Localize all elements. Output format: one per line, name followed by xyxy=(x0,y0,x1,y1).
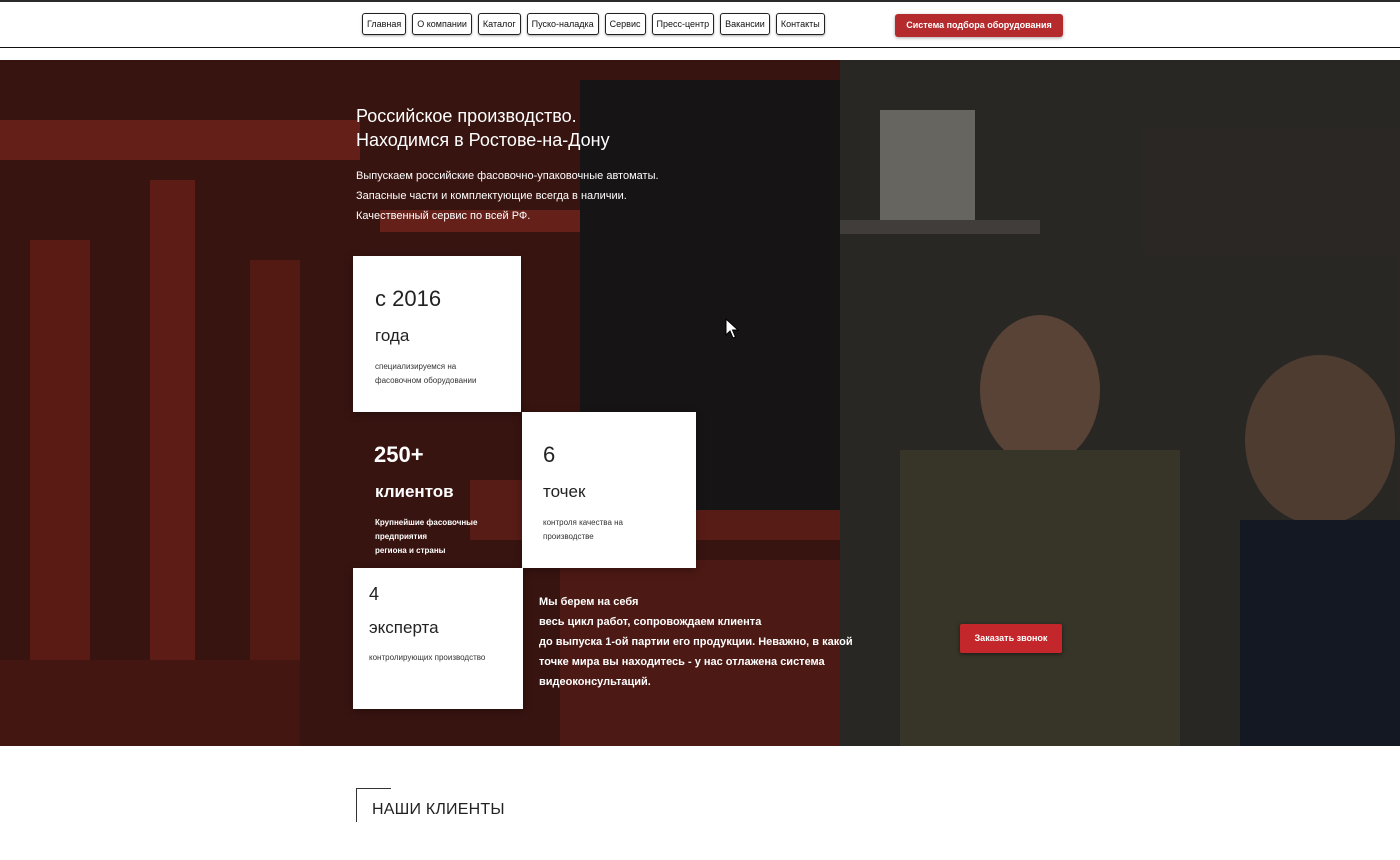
nav-item-press[interactable]: Пресс-центр xyxy=(651,13,715,35)
clients-section-title: НАШИ КЛИЕНТЫ xyxy=(372,801,505,818)
stat-card-experts: 4 эксперта контролирующих производство xyxy=(353,568,523,709)
stat-unit: эксперта xyxy=(369,618,439,637)
stat-unit: точек xyxy=(543,482,586,501)
stat-value: 6 xyxy=(543,442,556,467)
hero-title: Российское производство. Находимся в Рос… xyxy=(356,104,776,152)
hero-section: Российское производство. Находимся в Рос… xyxy=(0,60,1400,746)
stat-card-since: с 2016 года специализируемся на фасовочн… xyxy=(353,256,521,412)
nav-item-about[interactable]: О компании xyxy=(412,13,472,35)
stat-clients: 250+ клиентов Крупнейшие фасовочные пред… xyxy=(353,412,521,568)
stat-caption: Крупнейшие фасовочные предприятия регион… xyxy=(375,518,478,555)
nav-item-service[interactable]: Сервис xyxy=(604,13,646,35)
nav-item-vacancies[interactable]: Вакансии xyxy=(720,13,770,35)
stat-value: с 2016 xyxy=(375,286,442,311)
request-call-button[interactable]: Заказать звонок xyxy=(960,624,1062,653)
equipment-selection-button[interactable]: Система подбора оборудования xyxy=(895,14,1063,37)
hero-desc-line: Запасные части и комплектующие всегда в … xyxy=(356,190,627,202)
stat-card-points: 6 точек контроля качества на производств… xyxy=(522,412,696,568)
stat-caption: контролирующих производство xyxy=(369,653,486,662)
hero-description: Выпускаем российские фасовочно-упаковочн… xyxy=(356,166,776,226)
main-nav: Главная О компании Каталог Пуско-наладка… xyxy=(362,13,825,35)
hero-desc-line: Выпускаем российские фасовочно-упаковочн… xyxy=(356,170,659,182)
hero-desc-line: Качественный сервис по всей РФ. xyxy=(356,210,531,222)
nav-item-catalog[interactable]: Каталог xyxy=(477,13,521,35)
stat-caption: специализируемся на фасовочном оборудова… xyxy=(375,362,477,385)
nav-item-contacts[interactable]: Контакты xyxy=(775,13,825,35)
nav-item-commissioning[interactable]: Пуско-наладка xyxy=(526,13,599,35)
stat-value: 250+ xyxy=(374,442,424,467)
mouse-cursor-icon xyxy=(725,318,739,339)
stat-caption: контроля качества на производстве xyxy=(543,518,623,541)
nav-item-home[interactable]: Главная xyxy=(362,13,407,35)
hero-title-line: Находимся в Ростове-на-Дону xyxy=(356,130,610,150)
stat-unit: года xyxy=(375,326,410,345)
stat-value: 4 xyxy=(369,584,380,604)
header: Главная О компании Каталог Пуско-наладка… xyxy=(0,2,1400,48)
stat-unit: клиентов xyxy=(375,482,454,501)
hero-title-line: Российское производство. xyxy=(356,106,577,126)
hero-service-text: Мы берем на себя весь цикл работ, сопров… xyxy=(539,596,853,688)
